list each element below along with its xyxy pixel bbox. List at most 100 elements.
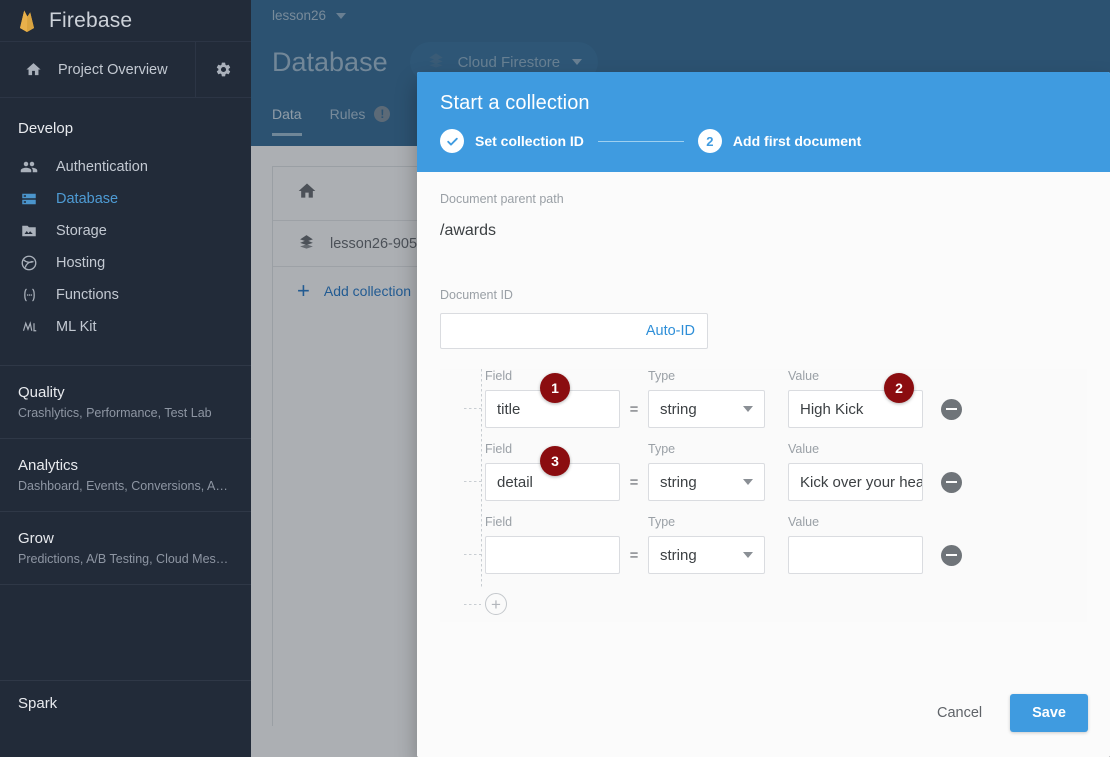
row-connector	[464, 554, 482, 555]
type-column-header: Type	[648, 369, 676, 383]
type-column-header: Type	[648, 442, 676, 456]
remove-field-button[interactable]	[941, 398, 962, 420]
step-add-first-document[interactable]: 2 Add first document	[697, 129, 862, 153]
field-type-value: string	[660, 546, 697, 564]
field-type-value: string	[660, 400, 697, 418]
parent-path-label: Document parent path	[440, 192, 564, 206]
plus-circle-icon[interactable]: +	[485, 593, 507, 615]
sidebar-item-authentication[interactable]: Authentication	[0, 151, 251, 183]
people-icon	[18, 158, 40, 176]
field-column-header: Field	[485, 515, 513, 529]
minus-circle-icon	[946, 553, 957, 557]
remove-field-button[interactable]	[941, 471, 962, 493]
dialog-title: Start a collection	[440, 92, 590, 114]
minus-circle-icon	[946, 480, 957, 484]
equals-sign: =	[629, 546, 639, 564]
check-icon	[440, 129, 464, 153]
row-connector	[464, 408, 482, 409]
sidebar: Firebase Project Overview Develop Authen…	[0, 0, 251, 757]
sidebar-group-analytics[interactable]: Analytics Dashboard, Events, Conversions…	[0, 438, 251, 511]
field-row: Field Type Value = string	[464, 515, 1087, 574]
sidebar-item-label: Functions	[56, 287, 119, 303]
dialog-steps: Set collection ID 2 Add first document	[440, 129, 1110, 153]
sidebar-group-subtitle: Dashboard, Events, Conversions, Au…	[18, 479, 233, 493]
home-icon	[22, 61, 44, 78]
sidebar-develop-title: Develop	[18, 120, 74, 137]
value-column-header: Value	[788, 515, 820, 529]
firebase-brand-label: Firebase	[49, 8, 133, 32]
field-type-select[interactable]: string	[648, 390, 765, 428]
sidebar-project-overview[interactable]: Project Overview	[0, 42, 251, 98]
project-overview-label: Project Overview	[58, 61, 168, 78]
sidebar-group-title: Grow	[18, 530, 54, 547]
sidebar-group-title: Analytics	[18, 457, 79, 474]
annotation-badge: 3	[540, 446, 570, 476]
sidebar-item-hosting[interactable]: Hosting	[0, 247, 251, 279]
row-connector	[464, 604, 481, 605]
brackets-icon	[18, 286, 40, 304]
field-type-select[interactable]: string	[648, 463, 765, 501]
sidebar-plan-spark[interactable]: Spark	[0, 680, 251, 712]
sidebar-item-database[interactable]: Database	[0, 183, 251, 215]
dialog-footer: Cancel Save	[417, 669, 1110, 757]
document-id-input[interactable]: Auto-ID	[440, 313, 708, 349]
sidebar-group-subtitle: Predictions, A/B Testing, Cloud Mes…	[18, 552, 229, 566]
field-row-headers: Field Type Value	[485, 369, 1087, 383]
sidebar-group-subtitle: Crashlytics, Performance, Test Lab	[18, 406, 212, 420]
sidebar-item-label: Hosting	[56, 255, 106, 271]
save-button[interactable]: Save	[1010, 694, 1088, 732]
field-row-headers: Field Type Value	[485, 442, 1087, 456]
field-type-select[interactable]: string	[648, 536, 765, 574]
field-type-value: string	[660, 473, 697, 491]
document-id-label: Document ID	[440, 288, 513, 302]
app-root: Firebase Project Overview Develop Authen…	[0, 0, 1110, 757]
equals-sign: =	[629, 473, 639, 491]
fields-connector-line	[481, 369, 482, 588]
start-collection-dialog: Start a collection Set collection ID 2 A…	[417, 72, 1110, 757]
sidebar-plan-label: Spark	[18, 695, 58, 712]
gear-icon[interactable]	[195, 42, 251, 97]
sidebar-group-title: Quality	[18, 384, 65, 401]
sidebar-group-quality[interactable]: Quality Crashlytics, Performance, Test L…	[0, 365, 251, 438]
database-icon	[18, 190, 40, 208]
step-number: 2	[697, 129, 722, 153]
sidebar-group-grow[interactable]: Grow Predictions, A/B Testing, Cloud Mes…	[0, 511, 251, 584]
step-set-collection-id[interactable]: Set collection ID	[440, 129, 584, 153]
step-label: Add first document	[732, 133, 862, 149]
firebase-logo[interactable]: Firebase	[0, 0, 251, 42]
field-row-inputs: detail = string Kick over your head	[485, 463, 1087, 501]
sidebar-item-storage[interactable]: Storage	[0, 215, 251, 247]
field-row-inputs: = string	[485, 536, 1087, 574]
image-folder-icon	[18, 222, 40, 240]
row-connector	[464, 481, 482, 482]
sidebar-spacer	[0, 584, 251, 680]
sidebar-item-label: Storage	[56, 223, 107, 239]
annotation-badge: 1	[540, 373, 570, 403]
field-value-input[interactable]	[788, 536, 923, 574]
sidebar-item-label: Authentication	[56, 159, 148, 175]
add-field-row: +	[464, 588, 1087, 622]
field-name-input[interactable]	[485, 536, 620, 574]
sidebar-item-functions[interactable]: Functions	[0, 279, 251, 311]
field-value-input[interactable]: Kick over your head	[788, 463, 923, 501]
equals-sign: =	[629, 400, 639, 418]
globe-icon	[18, 254, 40, 272]
ml-icon	[18, 318, 40, 336]
cancel-button[interactable]: Cancel	[923, 696, 996, 730]
auto-id-button[interactable]: Auto-ID	[646, 323, 695, 339]
field-row: Field Type Value title = string High Kic…	[464, 369, 1087, 428]
minus-circle-icon	[946, 407, 957, 411]
value-column-header: Value	[788, 442, 820, 456]
step-connector	[597, 140, 684, 142]
remove-field-button[interactable]	[941, 544, 962, 566]
step-label: Set collection ID	[475, 133, 584, 149]
chevron-down-icon	[743, 406, 753, 412]
sidebar-item-label: Database	[56, 191, 119, 207]
field-row-inputs: title = string High Kick	[485, 390, 1087, 428]
chevron-down-icon	[743, 479, 753, 485]
firebase-flame-icon	[18, 9, 36, 33]
chevron-down-icon	[743, 552, 753, 558]
type-column-header: Type	[648, 515, 676, 529]
sidebar-item-ml-kit[interactable]: ML Kit	[0, 311, 251, 343]
document-fields-list: Field Type Value title = string High Kic…	[440, 369, 1087, 622]
